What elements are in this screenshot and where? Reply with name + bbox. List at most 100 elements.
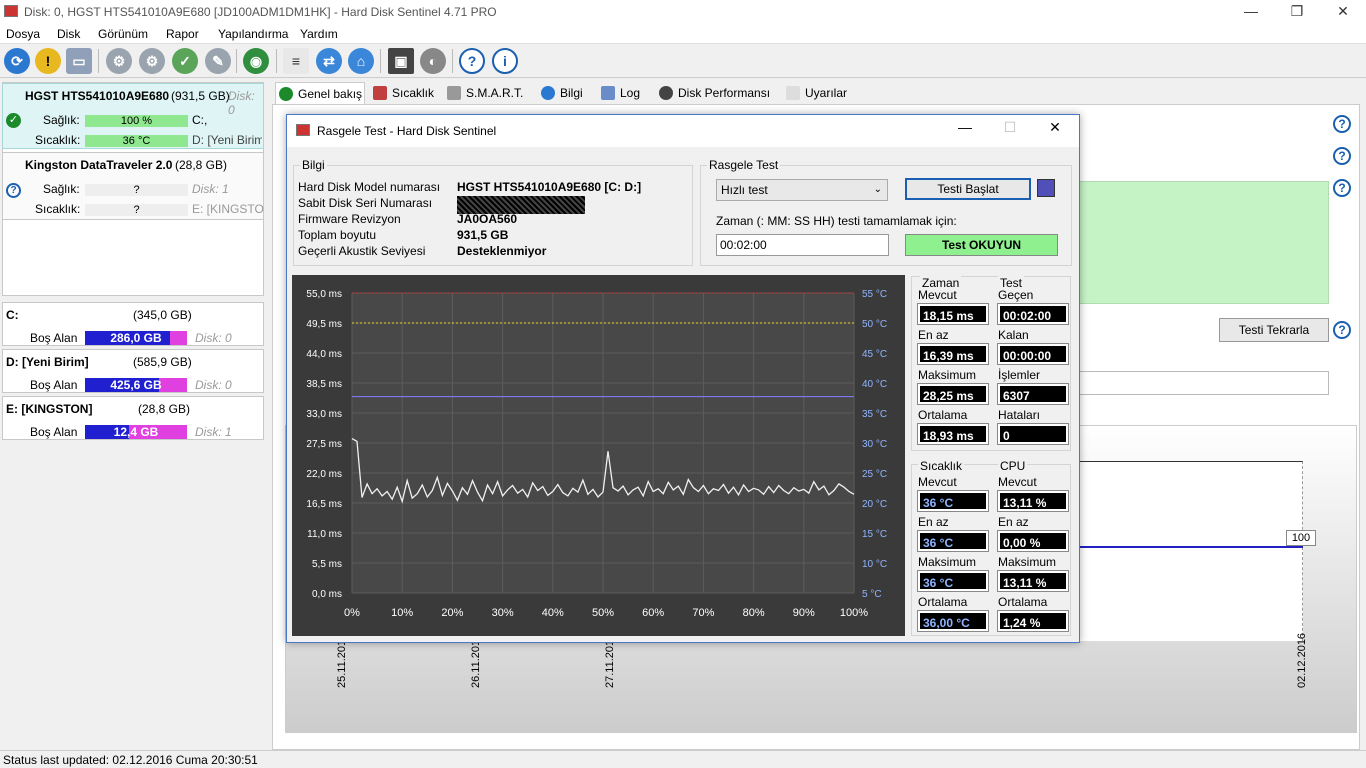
temp-label: Maksimum <box>918 555 977 569</box>
disk-icon[interactable]: ▭ <box>66 48 92 74</box>
help-icon[interactable]: ? <box>1333 179 1351 197</box>
temp-maksimum: 36 °C <box>917 570 989 592</box>
info-icon <box>541 86 555 100</box>
volume-disk: Disk: 0 <box>195 378 232 392</box>
stat-label: Hataları <box>998 408 1041 422</box>
disk-size: (931,5 GB) <box>171 89 230 103</box>
save-icon[interactable] <box>1037 179 1055 197</box>
volume-name: D: [Yeni Birim] <box>6 355 89 369</box>
tab-sicaklik[interactable]: Sıcaklık <box>370 82 434 104</box>
info-label: Toplam boyutu <box>298 228 377 242</box>
close-button[interactable]: ✕ <box>1320 0 1366 24</box>
volume-card-c[interactable]: C: (345,0 GB) Boş Alan 286,0 GB Disk: 0 <box>2 302 264 346</box>
volume-disk: Disk: 0 <box>195 331 232 345</box>
help-icon[interactable]: ? <box>1333 321 1351 339</box>
cpu-label: Maksimum <box>998 555 1057 569</box>
progress-field <box>1079 371 1329 395</box>
alerts-icon <box>786 86 800 100</box>
x-tick-label: 100% <box>840 607 868 619</box>
y-tick-label: 22,0 ms <box>306 469 342 480</box>
disk-test-icon[interactable]: ⚙ <box>106 48 132 74</box>
temp-label: Sıcaklık: <box>35 133 81 147</box>
tab-log[interactable]: Log <box>598 82 640 104</box>
stat-enaz: 16,39 ms <box>917 343 989 365</box>
temp-label: Ortalama <box>918 595 968 609</box>
volume-card-d[interactable]: D: [Yeni Birim] (585,9 GB) Boş Alan 425,… <box>2 349 264 393</box>
volume-card-e[interactable]: E: [KINGSTON] (28,8 GB) Boş Alan 12,4 GB… <box>2 396 264 440</box>
temp-label: Mevcut <box>918 475 957 489</box>
cpu-label: Ortalama <box>998 595 1048 609</box>
check-icon <box>279 87 293 101</box>
tab-uyarilar[interactable]: Uyarılar <box>783 82 847 104</box>
help-icon[interactable]: ? <box>459 48 485 74</box>
alert-icon[interactable]: ! <box>35 48 61 74</box>
temp-tick-label: 30 °C <box>862 439 887 450</box>
volume-ref-2: D: [Yeni Birim <box>192 133 262 147</box>
stat-islemler: 6307 <box>997 383 1069 405</box>
minimize-button[interactable]: — <box>1228 0 1274 24</box>
tab-bilgi[interactable]: Bilgi <box>538 82 583 104</box>
test-type-select[interactable]: Hızlı test ⌄ <box>716 179 888 201</box>
free-label: Boş Alan <box>30 331 78 345</box>
health-label: Sağlık: <box>43 182 80 196</box>
disk-size: (28,8 GB) <box>175 158 228 172</box>
globe-icon[interactable]: ◉ <box>243 48 269 74</box>
time-stats-group: Zaman Test Mevcut Geçen 18,15 ms 00:02:0… <box>911 276 1071 451</box>
y-tick-label: 55,0 ms <box>306 289 342 300</box>
tab-genel-bakis[interactable]: Genel bakış <box>275 82 365 104</box>
help-icon[interactable]: ? <box>1333 147 1351 165</box>
dialog-maximize-button[interactable]: ☐ <box>990 119 1030 136</box>
dialog-minimize-button[interactable]: — <box>945 119 985 135</box>
time-label: Zaman (: MM: SS HH) testi tamamlamak içi… <box>716 214 957 228</box>
menu-yapilandirma[interactable]: Yapılandırma <box>218 27 288 41</box>
time-input[interactable]: 00:02:00 <box>716 234 889 256</box>
disk-surface-icon[interactable]: ⚙ <box>139 48 165 74</box>
network-icon[interactable]: ⌂ <box>348 48 374 74</box>
temp-tick-label: 10 °C <box>862 559 887 570</box>
volume-ref: E: [KINGSTON <box>192 202 264 216</box>
x-tick-label: 70% <box>692 607 714 619</box>
menu-disk[interactable]: Disk <box>57 27 80 41</box>
dialog-close-button[interactable]: ✕ <box>1035 119 1075 136</box>
sync-icon[interactable]: ⇄ <box>316 48 342 74</box>
monitor-icon[interactable]: ▣ <box>388 48 414 74</box>
disk-check-icon[interactable]: ✓ <box>172 48 198 74</box>
random-test-dialog: Rasgele Test - Hard Disk Sentinel — ☐ ✕ … <box>286 114 1080 643</box>
temp-tick-label: 35 °C <box>862 409 887 420</box>
menu-bar: Dosya Disk Görünüm Rapor Yapılandırma Ya… <box>0 24 1366 44</box>
temp-tick-label: 15 °C <box>862 529 887 540</box>
app-icon <box>4 5 18 17</box>
test-group: Rasgele Test Hızlı test ⌄ Testi Başlat Za… <box>700 158 1072 266</box>
chart-svg: 0% 10% 20% 30% 40% 50% 60% 70% 80% 90% 100% 55,0 ms… <box>306 289 887 619</box>
chevron-down-icon: ⌄ <box>873 184 882 195</box>
disk-tools-icon[interactable]: ✎ <box>205 48 231 74</box>
test-group-title: Rasgele Test <box>707 158 781 172</box>
menu-rapor[interactable]: Rapor <box>166 27 199 41</box>
y-tick-label: 49,5 ms <box>306 319 342 330</box>
info-value: JA0OA560 <box>457 212 518 226</box>
report-icon[interactable]: ≡ <box>283 48 309 74</box>
disk-card-1[interactable]: Kingston DataTraveler 2.0 (28,8 GB) ? Sa… <box>2 152 264 220</box>
menu-yardim[interactable]: Yardım <box>300 27 338 41</box>
health-bar: 100 % <box>85 115 188 127</box>
repeat-test-button[interactable]: Testi Tekrarla <box>1219 318 1329 342</box>
tab-smart[interactable]: S.M.A.R.T. <box>444 82 523 104</box>
info-value: HGST HTS541010A9E680 [C: D:] <box>457 180 642 194</box>
refresh-icon[interactable]: ⟳ <box>4 48 30 74</box>
sound-icon[interactable]: ◐ <box>420 48 446 74</box>
disk-card-0[interactable]: HGST HTS541010A9E680 (931,5 GB) Disk: 0 … <box>2 83 264 149</box>
restore-button[interactable]: ❐ <box>1274 0 1320 24</box>
stat-maksimum: 28,25 ms <box>917 383 989 405</box>
cpu-maksimum: 13,11 % <box>997 570 1069 592</box>
menu-gorunum[interactable]: Görünüm <box>98 27 148 41</box>
stat-label: Mevcut <box>918 288 957 302</box>
info-icon[interactable]: i <box>492 48 518 74</box>
menu-dosya[interactable]: Dosya <box>6 27 40 41</box>
start-test-button[interactable]: Testi Başlat <box>905 178 1031 200</box>
temp-enaz: 36 °C <box>917 530 989 552</box>
help-icon[interactable]: ? <box>1333 115 1351 133</box>
cpu-label: Mevcut <box>998 475 1037 489</box>
info-value: Desteklenmiyor <box>457 244 547 258</box>
info-label: Hard Disk Model numarası <box>298 180 441 194</box>
tab-disk-performansi[interactable]: Disk Performansı <box>656 82 770 104</box>
